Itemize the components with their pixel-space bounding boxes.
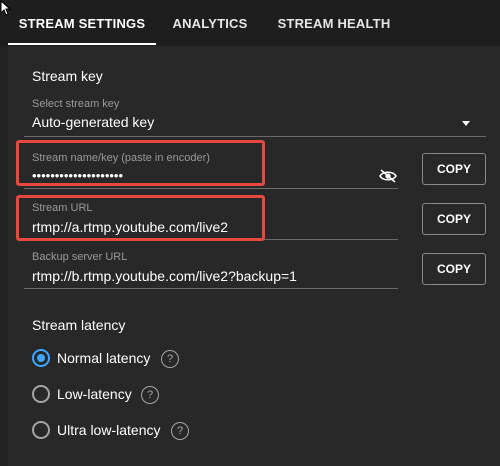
tab-analytics[interactable]: ANALYTICS (160, 0, 260, 46)
normal-latency-label[interactable]: Normal latency (57, 350, 150, 366)
select-stream-key-label: Select stream key (32, 98, 120, 110)
stream-name-underline (24, 188, 398, 189)
copy-backup-url-button[interactable]: COPY (422, 253, 486, 285)
select-underline (24, 136, 486, 137)
stream-settings-panel: Stream key Select stream key Auto-genera… (8, 46, 500, 466)
stream-latency-heading: Stream latency (32, 317, 126, 333)
help-icon[interactable]: ? (171, 422, 189, 440)
backup-url-label: Backup server URL (32, 251, 128, 263)
tab-bar: STREAM SETTINGS ANALYTICS STREAM HEALTH (0, 0, 500, 46)
copy-stream-url-button[interactable]: COPY (422, 203, 486, 235)
normal-latency-radio[interactable] (32, 349, 50, 367)
mouse-cursor-icon (0, 0, 12, 16)
stream-key-select[interactable]: Auto-generated key (32, 114, 154, 130)
highlight-box (16, 195, 265, 241)
help-icon[interactable]: ? (161, 350, 179, 368)
active-tab-indicator (8, 43, 156, 45)
low-latency-radio[interactable] (32, 385, 50, 403)
ultra-low-latency-radio[interactable] (32, 421, 50, 439)
backup-url-field[interactable]: rtmp://b.rtmp.youtube.com/live2?backup=1 (32, 268, 297, 284)
visibility-off-icon[interactable] (379, 169, 397, 183)
stream-key-heading: Stream key (32, 68, 103, 84)
backup-url-underline (24, 288, 398, 289)
highlight-box (16, 140, 265, 186)
copy-stream-key-button[interactable]: COPY (422, 153, 486, 185)
tab-stream-settings[interactable]: STREAM SETTINGS (8, 0, 156, 46)
tab-stream-health[interactable]: STREAM HEALTH (268, 0, 400, 46)
chevron-down-icon[interactable] (462, 121, 470, 126)
ultra-low-latency-label[interactable]: Ultra low-latency (57, 422, 160, 438)
low-latency-label[interactable]: Low-latency (57, 386, 132, 402)
help-icon[interactable]: ? (141, 386, 159, 404)
